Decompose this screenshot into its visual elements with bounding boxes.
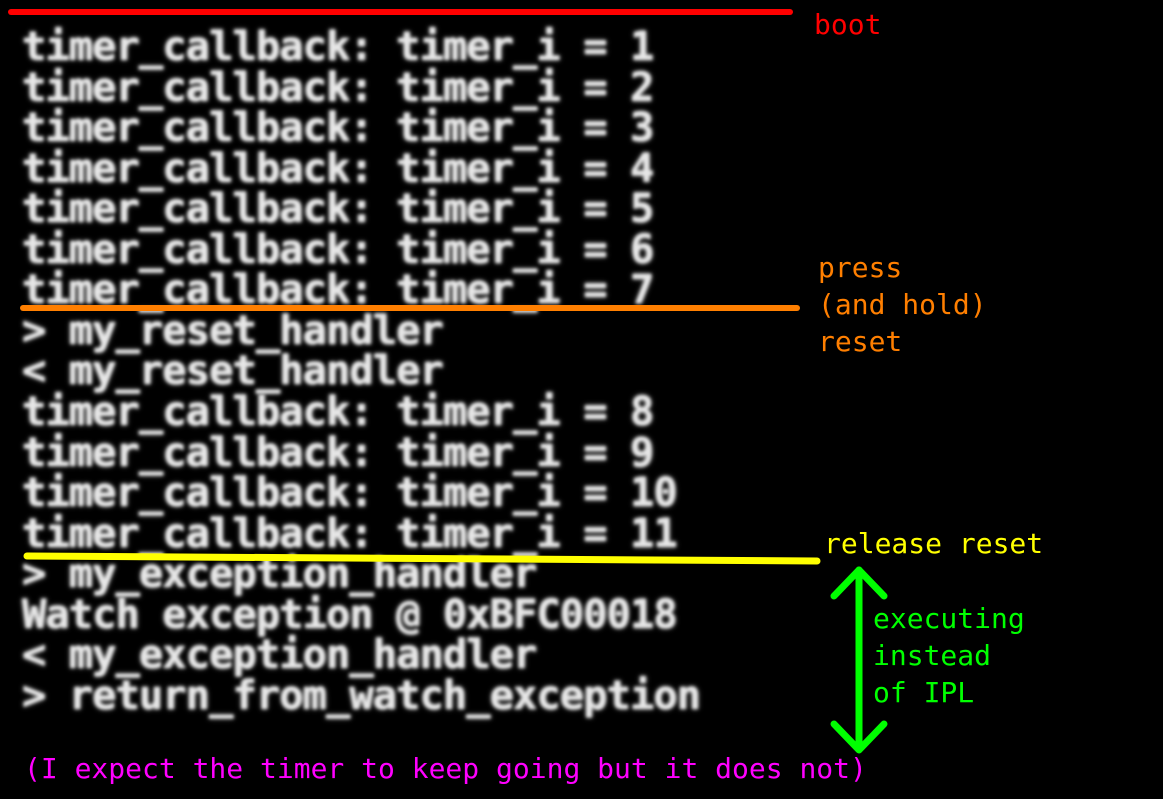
release-reset-label: release reset xyxy=(824,527,1044,560)
executing-label: executing instead of IPL xyxy=(873,600,1025,711)
expectation-caption: (I expect the timer to keep going but it… xyxy=(24,752,867,785)
executing-label-line: of IPL xyxy=(873,676,975,709)
executing-label-line: executing xyxy=(873,602,1025,635)
executing-label-line: instead xyxy=(873,639,992,672)
